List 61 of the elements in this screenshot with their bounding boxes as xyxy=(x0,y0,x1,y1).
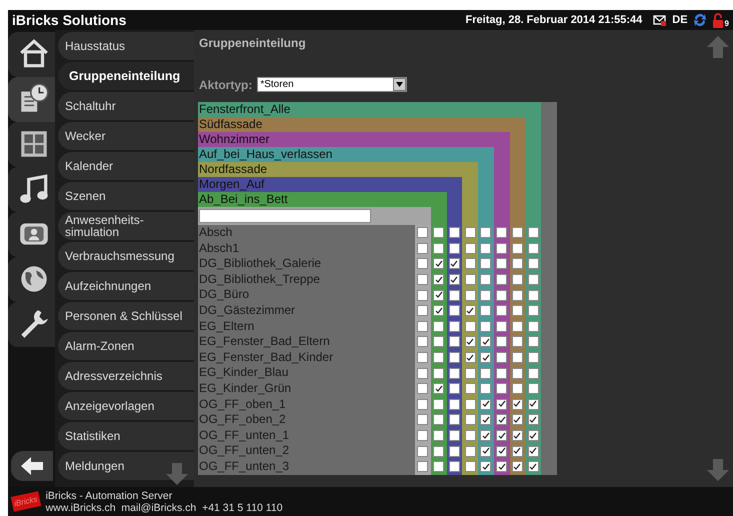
caret-icon[interactable] xyxy=(396,82,404,87)
actuator-type-dropdown[interactable]: *Storen xyxy=(257,77,408,92)
group-header: Südfassade xyxy=(198,117,526,132)
arrow-left-icon[interactable] xyxy=(20,456,44,476)
actuator-name: OG_FF_oben_1 xyxy=(198,396,287,412)
contact-info: www.iBricks.ch mail@iBricks.ch +41 31 5 110 110 xyxy=(46,502,283,514)
group-header: Auf_bei_Haus_verlassen xyxy=(198,147,494,162)
lock-count: 9 xyxy=(724,20,729,28)
menu-item[interactable]: Aufzeichnungen xyxy=(58,272,194,300)
actuator-name: OG_FF_unten_2 xyxy=(198,443,290,459)
actuator-type-label: Aktortyp: xyxy=(199,78,252,92)
calendar-clock-icon[interactable] xyxy=(8,77,55,122)
app-title: iBricks Solutions xyxy=(12,12,126,28)
actuator-name: EG_Fenster_Bad_Eltern xyxy=(198,334,331,350)
menu-item[interactable]: Meldungen xyxy=(58,452,194,480)
actuator-name: DG_Büro xyxy=(198,287,250,303)
actuator-name: EG_Fenster_Bad_Kinder xyxy=(198,350,334,366)
actuator-name: DG_Bibliothek_Treppe xyxy=(198,272,321,288)
group-header: Nordfassade xyxy=(198,162,478,177)
menu-item[interactable]: Kalender xyxy=(58,152,194,180)
date-time: Freitag, 28. Februar 2014 21:55:44 xyxy=(466,14,642,26)
group-name-field[interactable] xyxy=(199,209,371,223)
footer-title: iBricks - Automation Server xyxy=(46,490,174,502)
actuator-name: EG_Eltern xyxy=(198,318,256,334)
actuator-name: DG_Gästezimmer xyxy=(198,302,296,319)
menu-item[interactable]: Personen & Schlüssel xyxy=(58,302,194,330)
group-header: Morgen_Auf xyxy=(198,177,462,192)
actuator-name: Absch xyxy=(198,225,234,241)
actuator-name: Absch1 xyxy=(198,240,240,256)
house-icon[interactable] xyxy=(8,32,55,77)
scroll-down-icon[interactable] xyxy=(707,459,729,481)
page-title: Gruppeneinteilung xyxy=(199,36,306,50)
logo: iBricks xyxy=(10,491,41,512)
menu-item[interactable]: Alarm-Zonen xyxy=(58,332,194,360)
back-button[interactable] xyxy=(11,451,53,481)
menu-item[interactable]: Statistiken xyxy=(58,422,194,450)
actuator-name: EG_Kinder_Grün xyxy=(198,380,292,397)
refresh-icon[interactable] xyxy=(692,12,707,28)
scroll-down-icon[interactable] xyxy=(166,463,188,485)
menu-item[interactable]: Schaltuhr xyxy=(58,92,194,120)
mail-icon[interactable] xyxy=(653,14,668,26)
group-header: Ab_Bei_ins_Bett xyxy=(198,192,446,207)
menu-item[interactable]: Hausstatus xyxy=(58,32,194,60)
menu-item[interactable]: Adressverzeichnis xyxy=(58,362,194,390)
menu-item[interactable]: Anwesenheits- simulation xyxy=(58,212,194,240)
actuator-name: OG_FF_unten_3 xyxy=(198,458,290,474)
actuator-name: EG_Kinder_Blau xyxy=(198,365,290,381)
language-button[interactable]: DE xyxy=(672,14,688,26)
menu-item[interactable]: Anzeigevorlagen xyxy=(58,392,194,420)
actuator-name: OG_FF_unten_1 xyxy=(198,428,290,444)
menu-item[interactable]: Gruppeneinteilung xyxy=(58,62,194,90)
menu-item[interactable]: Verbrauchsmessung xyxy=(58,242,194,270)
actuator-name: DG_Bibliothek_Galerie xyxy=(198,256,322,272)
group-header: Wohnzimmer xyxy=(198,132,510,147)
window-grid-icon[interactable] xyxy=(8,122,55,167)
menu-item[interactable]: Wecker xyxy=(58,122,194,150)
actuator-name: OG_FF_oben_2 xyxy=(198,412,287,428)
menu-item[interactable]: Szenen xyxy=(58,182,194,210)
wrench-icon[interactable] xyxy=(8,302,55,347)
group-header: Fensterfront_Alle xyxy=(198,102,541,117)
scroll-up-icon[interactable] xyxy=(707,36,729,58)
